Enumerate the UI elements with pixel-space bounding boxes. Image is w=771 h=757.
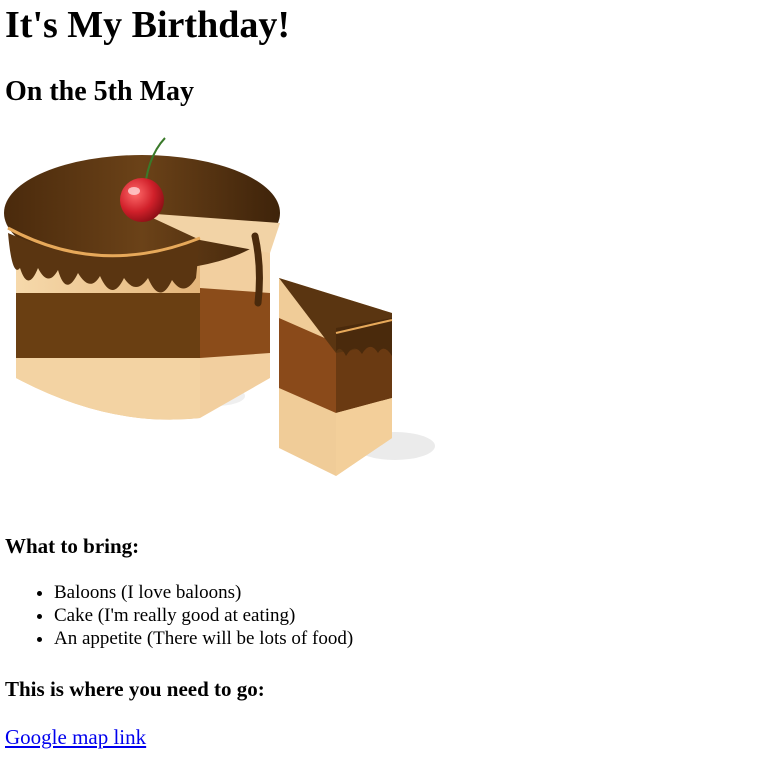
list-item: Baloons (I love baloons): [54, 581, 353, 604]
list-item: Cake (I'm really good at eating): [54, 604, 353, 627]
birthday-cake-image: [4, 137, 435, 476]
birthday-page: It's My Birthday! On the 5th May What to…: [0, 0, 771, 757]
where-to-go-heading: This is where you need to go:: [5, 677, 265, 701]
what-to-bring-heading: What to bring:: [5, 534, 140, 558]
page-title: It's My Birthday!: [5, 4, 290, 46]
google-map-link[interactable]: Google map link: [5, 724, 146, 750]
page-subtitle: On the 5th May: [5, 76, 194, 107]
bring-list: Baloons (I love baloons) Cake (I'm reall…: [0, 581, 353, 650]
list-item: An appetite (There will be lots of food): [54, 627, 353, 650]
